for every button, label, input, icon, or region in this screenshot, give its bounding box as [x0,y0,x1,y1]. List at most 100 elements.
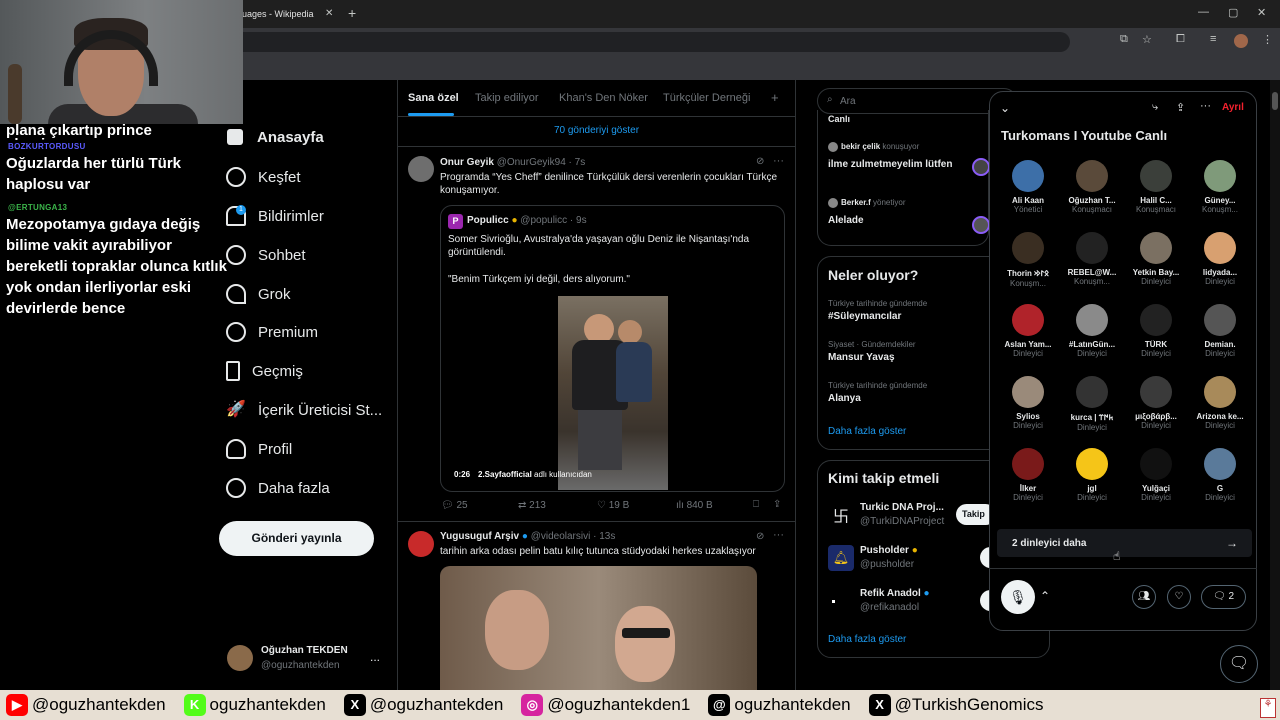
show-more-link[interactable]: Daha fazla göster [828,634,906,645]
like-button[interactable]: ♡ 19 B [597,500,629,511]
microphone-button[interactable]: 🎙︎ [1001,580,1035,614]
playlist-icon[interactable]: ≡ [1210,33,1216,45]
add-tab-button[interactable]: + [771,90,779,105]
trend-item[interactable]: Alanya [828,393,861,404]
speaker-tile[interactable]: lidyada... Dinleyici [1189,232,1251,304]
speaker-tile[interactable]: #LatınGün... Dinleyici [1061,304,1123,376]
speaker-tile[interactable]: Demian. Dinleyici [1189,304,1251,376]
speaker-tile[interactable]: kurca | 𐱅𐰇𐰼 Dinleyici [1061,376,1123,448]
view-count: 840 B [686,500,713,511]
person-icon [226,439,246,459]
menu-icon[interactable]: ⋮ [1262,33,1273,46]
reply-button[interactable]: 💬︎ 25 [441,500,468,511]
speaker-tile[interactable]: Aslan Yam... Dinleyici [997,304,1059,376]
minimize-icon[interactable]: — [1198,6,1209,18]
trend-item[interactable]: Mansur Yavaş [828,352,895,363]
nav-premium[interactable]: Premium [226,317,396,347]
speaker-tile[interactable]: Ali Kaan Yönetici [997,160,1059,232]
more-icon[interactable]: ··· [773,529,784,541]
tab-following[interactable]: Takip ediliyor [475,92,539,104]
more-icon[interactable]: ··· [773,155,784,167]
trend-item[interactable]: #Süleymancılar [828,311,901,322]
profile-avatar[interactable] [1234,34,1248,48]
post-button[interactable]: Gönderi yayınla [219,521,374,556]
tweet-video[interactable] [440,566,757,690]
account-menu-icon[interactable]: ... [370,650,380,664]
nav-notifications[interactable]: Bildirimler [226,201,396,231]
video-credit[interactable]: 2.Sayfaofficial [478,470,532,479]
extensions-icon[interactable]: ⧠ [1176,33,1185,46]
suggestion-name[interactable]: Turkic DNA Proj... [860,502,944,513]
message-icon: 🗨︎ [1228,655,1250,672]
suggestion-name[interactable]: Pusholder ● [860,545,918,556]
avatar [1012,232,1044,264]
speaker-tile[interactable]: G Dinleyici [1189,448,1251,520]
speaker-tile[interactable]: Arizona ke... Dinleyici [1189,376,1251,448]
reply-count: 25 [456,500,468,511]
avatar[interactable] [408,156,434,182]
avatar[interactable] [227,645,253,671]
close-tab-icon[interactable]: ✕ [325,8,333,19]
cast-icon[interactable]: ⧉ [1120,33,1128,46]
grok-icon[interactable]: ⊘ [756,156,764,167]
share-icon[interactable]: ⇪ [773,499,781,510]
nav-profile[interactable]: Profil [226,434,396,464]
new-tab-button[interactable]: + [348,5,356,21]
page-scrollbar[interactable] [1270,80,1280,690]
speaker-tile[interactable]: Yetkin Bay... Dinleyici [1125,232,1187,304]
show-new-posts[interactable]: 70 gönderiyi göster [397,125,796,136]
maximize-icon[interactable]: ▢ [1228,6,1238,19]
tweet-author[interactable]: Onur Geyik [440,157,494,168]
nav-bookmarks[interactable]: Geçmiş [226,356,396,386]
live-space-title[interactable]: Alelade [828,215,864,226]
speaker-tile[interactable]: Güney... Konuşm... [1189,160,1251,232]
nav-creator-studio[interactable]: 🚀 İçerik Üreticisi St... [226,395,396,425]
tab-list-turkculer[interactable]: Türkçüler Derneği [663,92,750,104]
account-name[interactable]: Oğuzhan TEKDEN [261,645,348,656]
speaker-tile[interactable]: Halil C... Konuşmacı [1125,160,1187,232]
nav-more[interactable]: Daha fazla [226,473,396,503]
speaker-tile[interactable]: Yulğaçi Dinleyici [1125,448,1187,520]
nav-chat[interactable]: Sohbet [226,240,396,270]
retweet-icon: ⇄ [518,500,527,511]
speaker-tile[interactable]: İlker Dinleyici [997,448,1059,520]
speaker-tile[interactable]: Sylios Dinleyici [997,376,1059,448]
people-icon[interactable]: 👥︎ [1132,585,1156,609]
nav-explore[interactable]: Keşfet [226,162,396,192]
speaker-tile[interactable]: μιξοβάρβ... Dinleyici [1125,376,1187,448]
reaction-heart-icon[interactable]: ♡ [1167,585,1191,609]
messages-fab[interactable]: 🗨︎ [1220,645,1258,683]
avatar[interactable] [408,531,434,557]
comments-button[interactable]: 🗨︎ 2 [1201,585,1246,609]
nav-label: Grok [258,285,291,303]
collapse-chevron-icon[interactable]: ⌄ [1000,101,1010,115]
close-window-icon[interactable]: ✕ [1257,6,1266,19]
tab-list-khans-den[interactable]: Khan's Den Nöker [559,92,648,104]
tweet-video[interactable] [558,296,668,490]
more-listeners-button[interactable]: 2 dinleyici daha → [997,529,1252,557]
tab-for-you[interactable]: Sana özel [408,92,459,104]
speaker-tile[interactable]: Oğuzhan T... Konuşmacı [1061,160,1123,232]
address-bar[interactable] [150,32,1070,52]
nav-home[interactable]: Anasayfa [257,129,324,146]
speaker-tile[interactable]: TÜRK Dinleyici [1125,304,1187,376]
grok-icon[interactable]: ⊘ [756,531,764,542]
speaker-tile[interactable]: REBEL@W... Konuşm... [1061,232,1123,304]
leave-button[interactable]: Ayrıl [1222,102,1244,113]
views-button[interactable]: ılı 840 B [676,500,713,511]
speaker-tile[interactable]: jgl Dinleyici [1061,448,1123,520]
share-icon[interactable]: ⇪ [1176,101,1185,114]
clip-icon[interactable]: ⤷ [1152,101,1158,114]
speaker-tile[interactable]: Thorin 𐰋𐰃𐰢 Konuşm... [997,232,1059,304]
tweet-author[interactable]: Yugusuguf Arşiv [440,531,519,542]
chevron-up-icon[interactable]: ⌃ [1040,589,1050,603]
live-space-title[interactable]: Canlı [828,114,850,124]
nav-grok[interactable]: Grok [226,279,396,309]
retweet-button[interactable]: ⇄ 213 [518,500,546,511]
more-icon[interactable]: ··· [1200,100,1211,112]
bookmark-icon[interactable]: ⎕ [753,499,759,510]
live-space-title[interactable]: ilme zulmetmeyelim lütfen [828,159,952,170]
show-more-link[interactable]: Daha fazla göster [828,426,906,437]
suggestion-name[interactable]: Refik Anadol ● [860,588,930,599]
bookmark-star-icon[interactable]: ☆ [1142,33,1152,46]
